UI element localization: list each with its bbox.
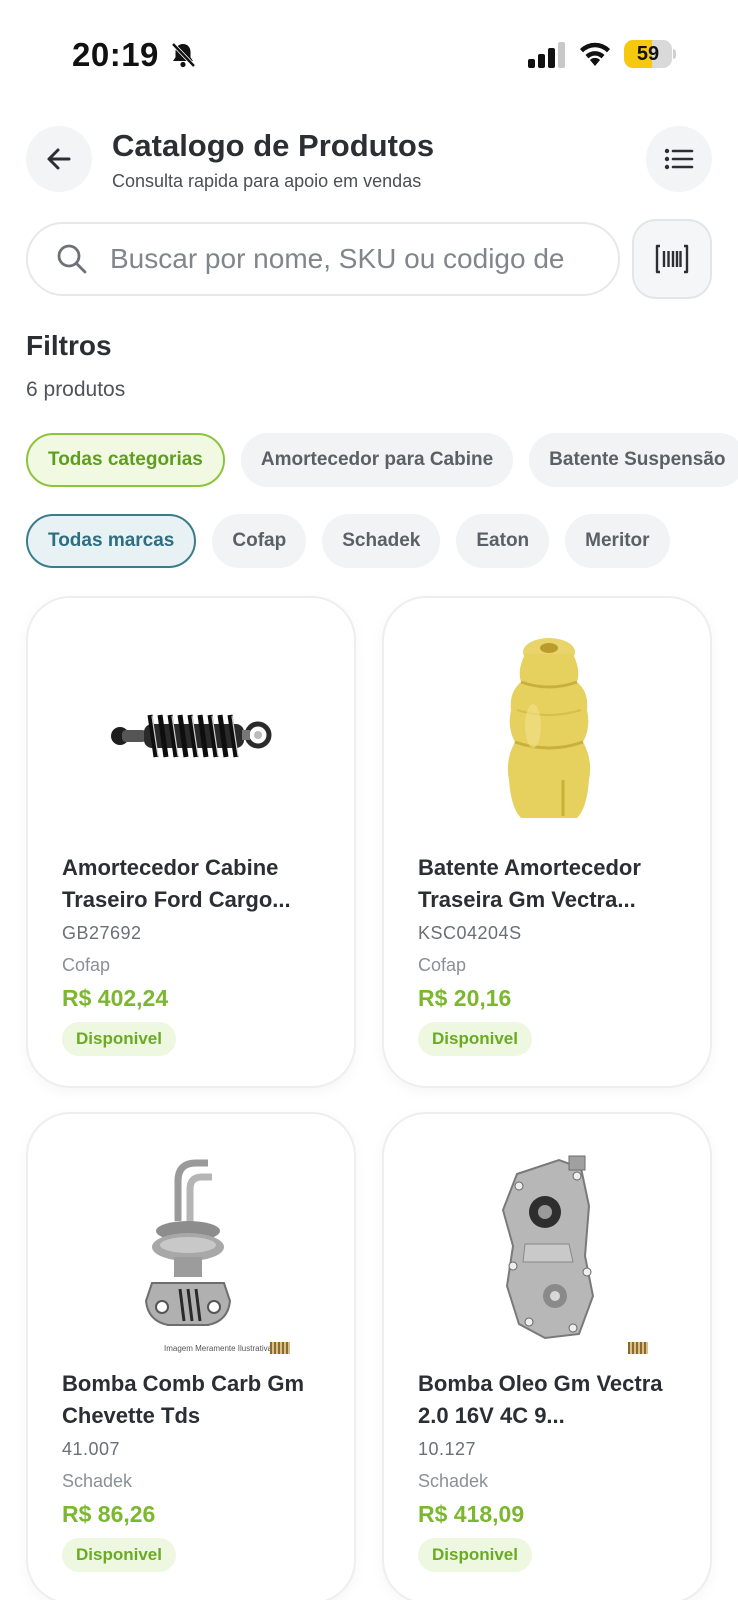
page-title: Catalogo de Produtos bbox=[112, 128, 435, 163]
barcode-scan-button[interactable] bbox=[632, 219, 712, 299]
product-card[interactable]: Amortecedor Cabine Traseiro Ford Cargo..… bbox=[26, 596, 356, 1088]
page-subtitle: Consulta rapida para apoio em vendas bbox=[112, 171, 422, 191]
product-brand: Cofap bbox=[418, 955, 467, 975]
availability-badge: Disponivel bbox=[418, 1022, 532, 1056]
product-card[interactable]: Bomba Oleo Gm Vectra 2.0 16V 4C 9... 10.… bbox=[382, 1112, 712, 1600]
product-price: R$ 86,26 bbox=[62, 1501, 156, 1527]
product-brand: Schadek bbox=[62, 1471, 133, 1491]
product-sku: GB27692 bbox=[62, 923, 142, 943]
product-brand: Cofap bbox=[62, 955, 111, 975]
status-time: 20:19 bbox=[72, 36, 159, 73]
brand-filter-row: Todas marcas Cofap Schadek Eaton Meritor bbox=[26, 514, 670, 568]
product-name: Bomba Oleo Gm Vectra 2.0 16V 4C 9... bbox=[418, 1371, 663, 1428]
list-icon bbox=[664, 148, 694, 170]
list-view-button[interactable] bbox=[646, 126, 712, 192]
product-sku: 41.007 bbox=[62, 1439, 121, 1459]
brand-chip[interactable]: Cofap bbox=[212, 514, 307, 568]
product-image: Imagem Meramente Ilustrativa bbox=[28, 1130, 354, 1362]
product-grid: Amortecedor Cabine Traseiro Ford Cargo..… bbox=[26, 596, 712, 1600]
oil-pump-icon bbox=[501, 1155, 595, 1340]
bump-stop-icon bbox=[507, 638, 591, 818]
availability-badge: Disponivel bbox=[62, 1538, 176, 1572]
product-price: R$ 20,16 bbox=[418, 985, 512, 1011]
brand-chip[interactable]: Meritor bbox=[565, 514, 670, 568]
product-card[interactable]: Imagem Meramente Ilustrativa Bomba Comb … bbox=[26, 1112, 356, 1600]
brand-logo-stamp bbox=[270, 1342, 290, 1354]
availability-badge: Disponivel bbox=[418, 1538, 532, 1572]
barcode-scan-icon bbox=[655, 244, 689, 274]
image-watermark: Imagem Meramente Ilustrativa bbox=[164, 1344, 273, 1353]
search-icon bbox=[57, 244, 87, 274]
brand-chip-all[interactable]: Todas marcas bbox=[26, 514, 197, 568]
filters-heading: Filtros bbox=[26, 330, 112, 361]
cellular-signal-icon bbox=[528, 42, 565, 68]
product-sku: 10.127 bbox=[418, 1439, 477, 1459]
product-image bbox=[384, 1130, 710, 1362]
product-price: R$ 418,09 bbox=[418, 1501, 525, 1527]
product-price: R$ 402,24 bbox=[62, 985, 169, 1011]
search-bar[interactable] bbox=[26, 222, 620, 296]
status-bar: 20:19 59 bbox=[0, 0, 738, 100]
category-filter-row: Todas categorias Amortecedor para Cabine… bbox=[26, 433, 738, 487]
category-chip[interactable]: Batente Suspensão bbox=[529, 433, 738, 487]
brand-chip[interactable]: Eaton bbox=[456, 514, 550, 568]
product-image bbox=[28, 614, 354, 846]
shock-absorber-icon bbox=[111, 714, 272, 758]
product-name: Batente Amortecedor Traseira Gm Vectra..… bbox=[418, 855, 641, 912]
product-image bbox=[384, 614, 710, 846]
battery-level: 59 bbox=[636, 43, 660, 65]
bell-off-icon bbox=[171, 42, 196, 68]
catalog-screen: 20:19 59 Catalogo de Produtos Consulta r… bbox=[0, 0, 738, 1600]
product-name: Amortecedor Cabine Traseiro Ford Cargo..… bbox=[62, 855, 291, 912]
fuel-pump-icon bbox=[144, 1159, 232, 1326]
battery-indicator: 59 bbox=[624, 40, 676, 68]
arrow-left-icon bbox=[47, 148, 71, 170]
product-name: Bomba Comb Carb Gm Chevette Tds bbox=[62, 1371, 305, 1428]
wifi-icon bbox=[580, 42, 610, 66]
product-card[interactable]: Batente Amortecedor Traseira Gm Vectra..… bbox=[382, 596, 712, 1088]
search-input[interactable] bbox=[110, 243, 600, 275]
category-chip[interactable]: Amortecedor para Cabine bbox=[240, 433, 514, 487]
category-chip-all[interactable]: Todas categorias bbox=[26, 433, 225, 487]
brand-logo-stamp bbox=[628, 1342, 648, 1354]
availability-badge: Disponivel bbox=[62, 1022, 176, 1056]
product-brand: Schadek bbox=[418, 1471, 489, 1491]
brand-chip[interactable]: Schadek bbox=[322, 514, 441, 568]
product-sku: KSC04204S bbox=[418, 923, 522, 943]
back-button[interactable] bbox=[26, 126, 92, 192]
product-count: 6 produtos bbox=[26, 378, 126, 401]
